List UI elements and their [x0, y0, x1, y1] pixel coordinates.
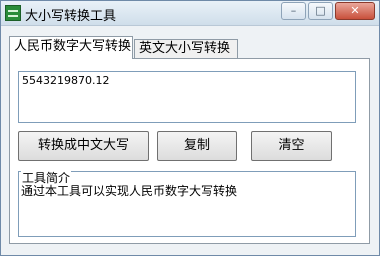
minimize-button[interactable]: –: [281, 2, 306, 20]
amount-input[interactable]: 5543219870.12: [18, 71, 356, 123]
window-title: 大小写转换工具: [25, 9, 117, 24]
app-icon: [5, 5, 21, 21]
convert-button[interactable]: 转换成中文大写: [18, 131, 149, 161]
copy-button[interactable]: 复制: [157, 131, 237, 161]
intro-text: 通过本工具可以实现人民币数字大写转换: [21, 184, 238, 198]
app-window: 大小写转换工具 – □ ✕ 人民币数字大写转换 英文大小写转换 55432198…: [0, 0, 380, 256]
caption-buttons: – □ ✕: [281, 2, 375, 20]
clear-button[interactable]: 清空: [251, 131, 332, 161]
tab-panel: 5543219870.12 转换成中文大写 复制 清空 工具简介 通过本工具可以…: [9, 58, 370, 244]
maximize-button[interactable]: □: [308, 2, 333, 20]
title-bar[interactable]: 大小写转换工具 – □ ✕: [1, 1, 379, 26]
tab-rmb-uppercase[interactable]: 人民币数字大写转换: [9, 36, 133, 59]
close-button[interactable]: ✕: [335, 2, 375, 20]
tab-english-case[interactable]: 英文大小写转换: [134, 39, 238, 58]
intro-groupbox: 工具简介 通过本工具可以实现人民币数字大写转换: [18, 169, 356, 237]
